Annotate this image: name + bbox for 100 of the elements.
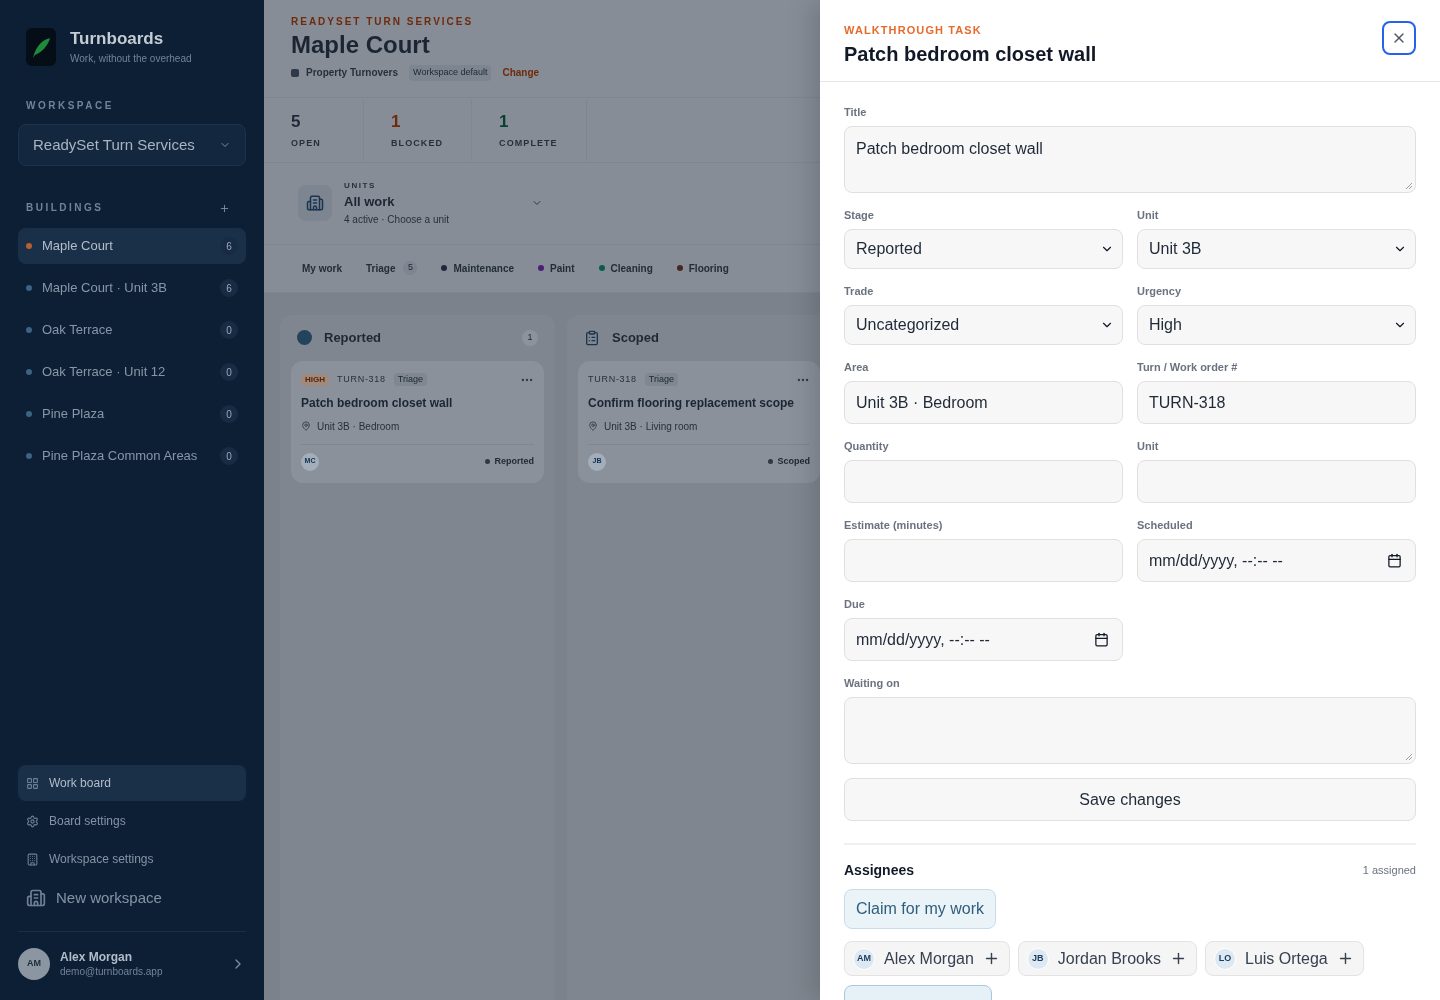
field-label: Title xyxy=(844,105,868,119)
save-button[interactable]: Save changes xyxy=(844,778,1416,821)
count-badge: 6 xyxy=(220,279,238,297)
building-name: Pine Plaza Common Areas xyxy=(42,447,199,465)
change-link[interactable]: Change xyxy=(502,65,540,81)
nav-item[interactable]: New workspace xyxy=(18,879,246,917)
task-ref: TURN-318 xyxy=(588,372,637,386)
stat-label: BLOCKED xyxy=(391,136,444,149)
stat-label: OPEN xyxy=(291,136,322,149)
trade-filter[interactable]: Flooring xyxy=(676,260,729,276)
tag-label: Triage xyxy=(393,372,427,387)
user-avatar: AM xyxy=(18,948,50,980)
filter-tab[interactable]: Triage xyxy=(366,260,396,276)
assigned-count: 1 assigned xyxy=(1362,862,1416,878)
workspace-select[interactable]: ReadySet Turn Services xyxy=(18,124,246,166)
resize-handle-icon[interactable] xyxy=(1405,182,1413,190)
map-pin-icon xyxy=(301,421,311,431)
card-title: Patch bedroom closet wall xyxy=(301,394,454,411)
text-input[interactable]: Unit 3B · Bedroom xyxy=(844,381,1123,424)
field-label: Unit xyxy=(1137,208,1160,222)
building-item[interactable]: Pine Plaza Common Areas 0 xyxy=(18,438,246,474)
section-label: UNITS xyxy=(344,180,377,191)
dropdown-select[interactable]: Reported xyxy=(844,229,1123,269)
resize-handle-icon[interactable] xyxy=(1405,753,1413,761)
building-name: Maple Court · Unit 3B xyxy=(42,279,168,297)
dropdown-select[interactable]: High xyxy=(1137,305,1416,345)
building-item[interactable]: Maple Court 6 xyxy=(18,228,246,264)
card-location: Unit 3B · Living room xyxy=(604,419,698,434)
building-item[interactable]: Oak Terrace · Unit 12 0 xyxy=(18,354,246,390)
text-input[interactable] xyxy=(1137,460,1416,503)
field-label: Urgency xyxy=(1137,284,1183,298)
count-badge: 0 xyxy=(220,363,238,381)
stat-label: COMPLETE xyxy=(499,136,558,149)
field-label: Scheduled xyxy=(1137,518,1194,532)
nav-item[interactable]: Work board xyxy=(18,765,246,801)
unit-picker[interactable]: All work xyxy=(344,193,450,210)
assignee-chip[interactable]: JB Jordan Brooks xyxy=(1017,941,1197,976)
section-label: BUILDINGS xyxy=(26,202,104,214)
template-icon xyxy=(291,68,299,77)
dropdown-select[interactable]: Unit 3B xyxy=(1137,229,1416,269)
building-icon xyxy=(26,852,39,866)
building-name: Oak Terrace · Unit 12 xyxy=(42,363,167,381)
dropdown-select[interactable]: Uncategorized xyxy=(844,305,1123,345)
field-label: Stage xyxy=(844,208,875,222)
settings-icon xyxy=(26,814,39,828)
priority-badge: HIGH xyxy=(301,373,329,386)
buildings-icon xyxy=(26,888,46,908)
text-input[interactable] xyxy=(844,539,1123,582)
text-input[interactable]: TURN-318 xyxy=(1137,381,1416,424)
card-status: Reported xyxy=(494,454,534,468)
text-input[interactable] xyxy=(844,460,1123,503)
building-icon xyxy=(298,185,332,221)
nav-item[interactable]: Board settings xyxy=(18,803,246,839)
field-label: Trade xyxy=(844,284,875,298)
assignee-chip[interactable]: AM Alex Morgan xyxy=(844,941,1010,976)
text-area[interactable]: Patch bedroom closet wall xyxy=(844,126,1416,193)
close-button[interactable] xyxy=(1382,21,1416,55)
stat-value: 1 xyxy=(391,110,402,133)
initials-avatar: LO xyxy=(1214,947,1236,970)
building-item[interactable]: Oak Terrace 0 xyxy=(18,312,246,348)
trade-filter[interactable]: Paint xyxy=(538,260,575,276)
claim-button[interactable]: Claim for my work xyxy=(844,889,996,929)
count-badge: 6 xyxy=(220,237,238,255)
user-email: demo@turnboards.app xyxy=(60,965,164,978)
text-area[interactable] xyxy=(844,697,1416,764)
filter-tab[interactable]: My work xyxy=(302,260,342,276)
page-title: Maple Court xyxy=(291,30,431,60)
date-input[interactable]: mm/dd/yyyy, --:-- -- xyxy=(1137,539,1416,582)
org-eyebrow: READYSET TURN SERVICES xyxy=(291,16,475,28)
count-badge: 0 xyxy=(220,321,238,339)
initials-avatar: AM xyxy=(853,947,875,970)
tag-label: Triage xyxy=(644,372,678,387)
date-input[interactable]: mm/dd/yyyy, --:-- -- xyxy=(844,618,1123,661)
trade-filter[interactable]: Maintenance xyxy=(441,260,515,276)
brand-name: Turnboards xyxy=(70,29,165,49)
field-label: Estimate (minutes) xyxy=(844,518,944,532)
map-pin-icon xyxy=(588,421,598,431)
field-label: Due xyxy=(844,597,866,611)
add-icon[interactable] xyxy=(219,202,230,214)
card-location: Unit 3B · Bedroom xyxy=(317,419,400,434)
trade-filter[interactable]: Cleaning xyxy=(598,260,653,276)
brand-tagline: Work, without the overhead xyxy=(70,52,192,65)
building-item[interactable]: Maple Court · Unit 3B 6 xyxy=(18,270,246,306)
card-title: Confirm flooring replacement scope xyxy=(588,394,796,411)
calendar-icon xyxy=(1387,553,1402,568)
building-name: Pine Plaza xyxy=(42,405,106,423)
stat-value: 1 xyxy=(499,110,510,133)
building-item[interactable]: Pine Plaza 0 xyxy=(18,396,246,432)
drawer-title: Patch bedroom closet wall xyxy=(844,42,1097,66)
field-label: Turn / Work order # xyxy=(1137,360,1239,374)
grid-icon xyxy=(26,776,39,790)
assignee-chip[interactable]: LO Luis Ortega xyxy=(1205,941,1364,976)
field-label: Waiting on xyxy=(844,676,901,690)
building-name: Oak Terrace xyxy=(42,321,114,339)
column-title: Scoped xyxy=(612,328,659,347)
nav-item[interactable]: Workspace settings xyxy=(18,841,246,877)
field-label: Quantity xyxy=(844,439,890,453)
drawer-eyebrow: WALKTHROUGH TASK xyxy=(844,23,983,37)
field-label: Area xyxy=(844,360,870,374)
section-title: Assignees xyxy=(844,861,915,879)
